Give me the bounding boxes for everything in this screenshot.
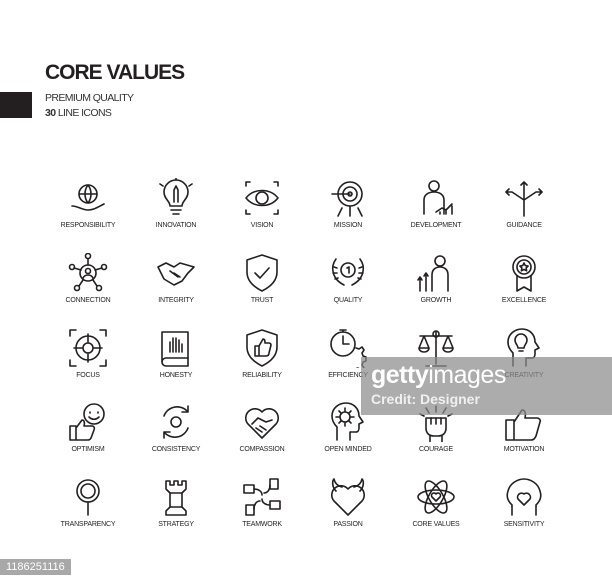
thumbs-up-smile-icon [69, 403, 105, 441]
icon-label: STRATEGY [158, 521, 194, 528]
laurel-medal-icon [331, 258, 365, 286]
icon-label: INNOVATION [155, 222, 197, 229]
icon-label: CONSISTENCY [151, 446, 201, 453]
devil-heart-icon [331, 478, 365, 516]
icon-label: OPTIMISM [71, 446, 105, 453]
icon-item: QUALITY [305, 253, 391, 304]
icon-label: SENSITIVITY [503, 521, 545, 528]
page-title: CORE VALUES [45, 61, 185, 84]
icon-item: OPTIMISM [45, 402, 131, 453]
icon-label: TRANSPARENCY [60, 521, 116, 528]
icon-item: INTEGRITY [133, 253, 219, 304]
icon-label: DEVELOPMENT [410, 222, 462, 229]
icon-item: MISSION [305, 178, 391, 229]
icon-label: COMPASSION [239, 446, 285, 453]
person-arrows-up-icon [417, 255, 449, 292]
icon-item: TRUST [219, 253, 305, 304]
handshake-icon [157, 262, 195, 286]
icon-item: CONNECTION [45, 253, 131, 304]
icon-item: CORE VALUES [393, 477, 479, 528]
icon-item: GUIDANCE [481, 178, 567, 229]
subtitle: PREMIUM QUALITY [45, 92, 134, 104]
award-badge-icon [512, 255, 536, 292]
shield-check-icon [246, 254, 278, 292]
head-heart-icon [506, 478, 542, 516]
eye-target-icon [245, 181, 279, 215]
split-arrows-icon [505, 181, 543, 217]
icon-label: PASSION [333, 521, 363, 528]
icon-label: CORE VALUES [412, 521, 460, 528]
icon-item: GROWTH [393, 253, 479, 304]
watermark-logo: gettyimages [371, 361, 506, 389]
focus-target-icon [69, 329, 107, 367]
hand-on-book-icon [161, 331, 189, 367]
icon-label: GROWTH [420, 297, 452, 304]
decorative-bar [0, 92, 32, 118]
icon-item: TRANSPARENCY [45, 477, 131, 528]
icon-label: GUIDANCE [506, 222, 542, 229]
lightbulb-pencil-icon [159, 178, 193, 215]
icon-item: CONSISTENCY [133, 402, 219, 453]
icon-item: FOCUS [45, 328, 131, 379]
icon-label: RELIABILITY [242, 372, 282, 379]
icon-label: RESPONSIBILITY [60, 222, 116, 229]
atom-heart-icon [417, 480, 455, 514]
icon-count-number: 30 [45, 107, 56, 119]
watermark: gettyimages Credit: Designer [361, 357, 612, 415]
icon-item: TEAMWORK [219, 477, 305, 528]
magnifier-icon [76, 479, 100, 516]
icon-label: OPEN MINDED [324, 446, 372, 453]
person-chart-icon [423, 180, 453, 215]
icon-item: COMPASSION [219, 402, 305, 453]
icon-label: COURAGE [419, 446, 453, 453]
icon-label: MOTIVATION [503, 446, 545, 453]
network-person-icon [68, 253, 108, 292]
icon-label: TRUST [250, 297, 274, 304]
chess-rook-icon [165, 480, 187, 516]
icon-item: HONESTY [133, 328, 219, 379]
heart-handshake-icon [245, 408, 279, 439]
icon-label: VISION [250, 222, 274, 229]
globe-hand-icon [71, 184, 105, 211]
icon-item: SENSITIVITY [481, 477, 567, 528]
refresh-cycle-icon [163, 405, 189, 439]
icon-label: HONESTY [159, 372, 193, 379]
icon-label: TEAMWORK [242, 521, 282, 528]
icon-item: INNOVATION [133, 178, 219, 229]
image-id: 1186251116 [0, 559, 71, 575]
icon-label: CONNECTION [65, 297, 111, 304]
shield-thumbs-up-icon [246, 329, 278, 367]
icon-label: MISSION [333, 222, 363, 229]
watermark-credit: Credit: Designer [371, 391, 480, 407]
icon-item: VISION [219, 178, 305, 229]
icon-label: FOCUS [76, 372, 100, 379]
icon-item: RESPONSIBILITY [45, 178, 131, 229]
icon-item: PASSION [305, 477, 391, 528]
icon-item: EXCELLENCE [481, 253, 567, 304]
icon-item: STRATEGY [133, 477, 219, 528]
icon-count-text: LINE ICONS [57, 107, 112, 119]
target-arrow-icon [331, 181, 363, 217]
icon-count: 30 LINE ICONS [45, 107, 112, 119]
icon-item: DEVELOPMENT [393, 178, 479, 229]
icon-item: RELIABILITY [219, 328, 305, 379]
icon-label: QUALITY [333, 297, 363, 304]
icon-label: EXCELLENCE [501, 297, 547, 304]
icon-label: INTEGRITY [158, 297, 194, 304]
joined-hands-icon [243, 478, 281, 516]
